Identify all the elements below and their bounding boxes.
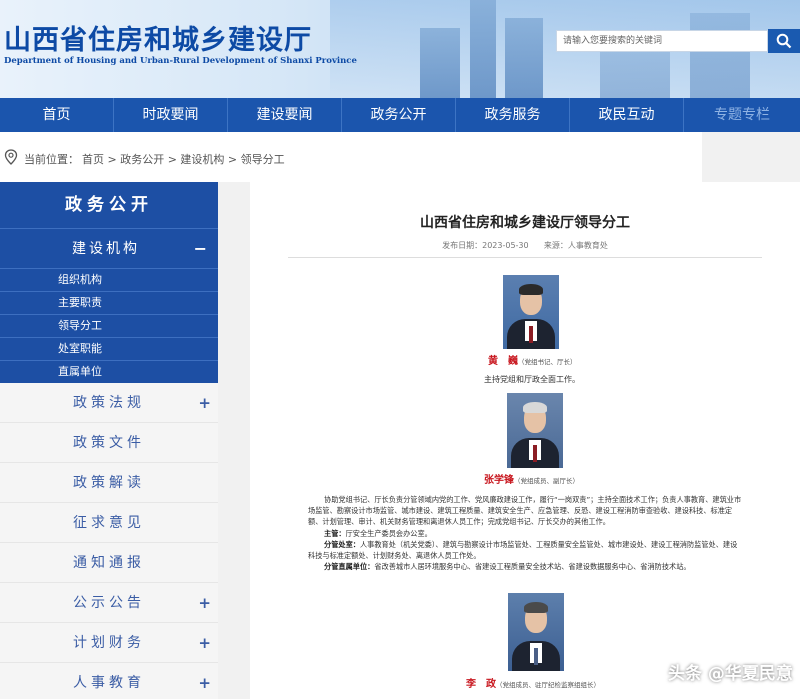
dept-text: 人事教育处（机关党委）、建筑与勘察设计市场监管处、工程质量安全监管处、城市建设处… xyxy=(308,540,738,560)
leader-role: （党组成员、副厅长） xyxy=(514,477,579,485)
sidebar-cat-consultation[interactable]: 征求意见 xyxy=(0,503,218,543)
sidebar-cat-policy-interpretation[interactable]: 政策解读 xyxy=(0,463,218,503)
departments-paragraph: 分管处室：人事教育处（机关党委）、建筑与勘察设计市场监管处、工程质量安全监管处、… xyxy=(308,539,742,561)
article-meta: 发布日期：2023-05-30 来源：人事教育处 xyxy=(250,240,800,251)
sidebar-cat-announcements[interactable]: 公示公告 + xyxy=(0,583,218,623)
expand-icon[interactable]: + xyxy=(198,623,211,663)
sidebar-cat-label: 政策解读 xyxy=(73,475,145,491)
sidebar-cat-label: 政策法规 xyxy=(73,395,145,411)
banner-building xyxy=(505,18,543,98)
title-divider xyxy=(288,257,762,258)
date-label: 发布日期： xyxy=(442,241,483,250)
article-title: 山西省住房和城乡建设厅领导分工 xyxy=(420,215,630,231)
sidebar-cat-label: 计划财务 xyxy=(73,635,145,651)
leader-name: 李 政（党组成员、驻厅纪检监察组组长） xyxy=(466,675,600,690)
sidebar-cat-notices[interactable]: 通知通报 xyxy=(0,543,218,583)
breadcrumb: 当前位置： 首页 > 政务公开 > 建设机构 > 领导分工 xyxy=(0,132,702,182)
unit-text: 省改善城市人居环境服务中心、省建设工程质量安全技术站、省建设数据服务中心、省消防… xyxy=(374,562,691,571)
nav-services[interactable]: 政务服务 xyxy=(456,98,570,132)
search-button[interactable] xyxy=(768,29,800,53)
duty-paragraph: 协助党组书记、厅长负责分管领域内党的工作、党风廉政建设工作，履行“一岗双责”；主… xyxy=(308,495,742,526)
expand-icon[interactable]: + xyxy=(198,663,211,699)
leader-name: 张学锋（党组成员、副厅长） xyxy=(484,471,579,486)
sidebar-section-label: 建设机构 xyxy=(72,241,140,257)
breadcrumb-path[interactable]: 首页 > 政务公开 > 建设机构 > 领导分工 xyxy=(82,151,285,167)
location-pin-icon xyxy=(4,149,18,165)
collapse-icon[interactable]: − xyxy=(194,229,210,269)
search-input[interactable]: 请输入您要搜索的关键词 xyxy=(556,30,768,52)
dept-label: 分管处室： xyxy=(324,540,360,549)
sidebar-link-departments[interactable]: 处室职能 xyxy=(0,337,218,360)
site-subtitle: Department of Housing and Urban-Rural De… xyxy=(4,56,357,66)
leader-photo xyxy=(507,393,563,468)
banner-building xyxy=(690,13,750,98)
sidebar-cat-label: 通知通报 xyxy=(73,555,145,571)
watermark: 头条 @华夏民意 xyxy=(668,664,793,684)
breadcrumb-label: 当前位置： xyxy=(24,153,79,166)
publish-date: 2023-05-30 xyxy=(482,241,529,250)
nav-special-topics[interactable]: 专题专栏 xyxy=(684,98,800,132)
article-panel: 山西省住房和城乡建设厅领导分工 发布日期：2023-05-30 来源：人事教育处… xyxy=(250,182,800,699)
sidebar-heading: 政务公开 xyxy=(0,182,218,228)
banner-building xyxy=(470,0,496,98)
sidebar-cat-label: 征求意见 xyxy=(73,515,145,531)
expand-icon[interactable]: + xyxy=(198,583,211,623)
leader-role: （党组成员、驻厅纪检监察组组长） xyxy=(496,681,600,689)
main-nav: 首页 时政要闻 建设要闻 政务公开 政务服务 政民互动 专题专栏 xyxy=(0,98,800,132)
nav-home[interactable]: 首页 xyxy=(0,98,114,132)
leader-name: 黄 巍（党组书记、厅长） xyxy=(488,352,577,367)
affiliates-paragraph: 分管直属单位：省改善城市人居环境服务中心、省建设工程质量安全技术站、省建设数据服… xyxy=(308,561,742,572)
expand-icon[interactable]: + xyxy=(198,383,211,423)
banner-building xyxy=(420,28,460,98)
leader-name-text: 李 政 xyxy=(466,679,496,690)
article-source: 人事教育处 xyxy=(567,241,608,250)
supervision-line: 主管：厅安全生产委员会办公室。 xyxy=(308,528,742,539)
site-title: 山西省住房和城乡建设厅 xyxy=(4,25,312,56)
leader-duty: 主持党组和厅政全面工作。 xyxy=(484,375,580,384)
unit-label: 分管直属单位： xyxy=(324,562,375,571)
leader-name-text: 黄 巍 xyxy=(488,356,518,367)
sidebar-cat-hr-education[interactable]: 人事教育 + xyxy=(0,663,218,699)
source-label: 来源： xyxy=(543,241,568,250)
sidebar-link-duties[interactable]: 主要职责 xyxy=(0,291,218,314)
sidebar-cat-label: 公示公告 xyxy=(73,595,145,611)
sidebar-section-construction[interactable]: 建设机构 − xyxy=(0,228,218,268)
sidebar-cat-policy-docs[interactable]: 政策文件 xyxy=(0,423,218,463)
sidebar-link-organization[interactable]: 组织机构 xyxy=(0,268,218,291)
sidebar-link-leadership[interactable]: 领导分工 xyxy=(0,314,218,337)
sidebar: 政务公开 建设机构 − 组织机构 主要职责 领导分工 处室职能 直属单位 政策法… xyxy=(0,182,218,699)
nav-news[interactable]: 时政要闻 xyxy=(114,98,228,132)
sidebar-cat-label: 人事教育 xyxy=(73,675,145,691)
search-icon xyxy=(776,33,792,49)
lead-label: 主管： xyxy=(324,529,346,538)
nav-construction-news[interactable]: 建设要闻 xyxy=(228,98,342,132)
leader-photo xyxy=(508,593,564,671)
sidebar-cat-policy-laws[interactable]: 政策法规 + xyxy=(0,383,218,423)
nav-government-affairs[interactable]: 政务公开 xyxy=(342,98,456,132)
sidebar-link-affiliates[interactable]: 直属单位 xyxy=(0,360,218,383)
leader-name-text: 张学锋 xyxy=(484,475,514,486)
nav-interaction[interactable]: 政民互动 xyxy=(570,98,684,132)
site-header: 山西省住房和城乡建设厅 Department of Housing and Ur… xyxy=(0,0,800,98)
sidebar-cat-finance[interactable]: 计划财务 + xyxy=(0,623,218,663)
lead-text: 厅安全生产委员会办公室。 xyxy=(345,529,432,538)
leader-role: （党组书记、厅长） xyxy=(518,358,577,366)
sidebar-cat-label: 政策文件 xyxy=(73,435,145,451)
leader-photo xyxy=(503,275,559,349)
